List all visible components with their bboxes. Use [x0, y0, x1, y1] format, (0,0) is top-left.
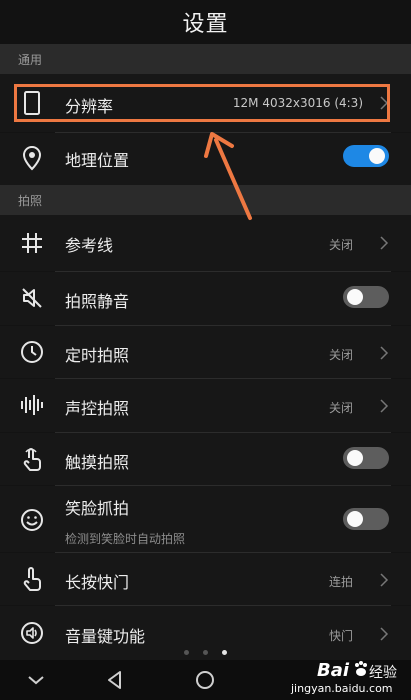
chevron-right-icon: [377, 398, 391, 414]
volume-key-icon: [18, 619, 46, 647]
toggle-knob: [347, 289, 363, 305]
highlight-box: [14, 84, 390, 122]
setting-smile-capture[interactable]: 笑脸抓拍 检测到笑脸时自动拍照: [0, 486, 411, 552]
setting-label: 触摸拍照: [65, 453, 130, 472]
back-icon[interactable]: [103, 668, 127, 692]
setting-timer[interactable]: 定时拍照 关闭: [0, 326, 411, 378]
setting-label: 声控拍照: [65, 399, 130, 418]
toggle-knob: [369, 148, 385, 164]
setting-audio-control[interactable]: 声控拍照 关闭: [0, 379, 411, 432]
paw-icon: [355, 661, 367, 676]
chevron-right-icon: [377, 626, 391, 642]
setting-label: 音量键功能: [65, 627, 146, 646]
speaker-mute-icon: [18, 284, 46, 312]
setting-label: 定时拍照: [65, 346, 130, 365]
setting-value: 连拍: [328, 575, 353, 589]
chevron-right-icon: [377, 345, 391, 361]
section-label: 拍照: [18, 194, 43, 208]
page-title: 设置: [182, 12, 229, 37]
touch-finger-icon: [18, 445, 46, 473]
page-dot: [184, 650, 189, 655]
setting-label: 长按快门: [65, 573, 130, 592]
page-dot: [203, 650, 208, 655]
home-icon[interactable]: [193, 668, 217, 692]
touch-capture-toggle[interactable]: [343, 447, 389, 469]
setting-label: 拍照静音: [65, 292, 130, 311]
toggle-knob: [347, 511, 363, 527]
page-dot-active: [222, 650, 227, 655]
watermark: Bai 经验 jingyan.baidu.com: [287, 660, 407, 698]
setting-sublabel: 检测到笑脸时自动拍照: [65, 532, 186, 546]
title-bar: 设置: [0, 0, 411, 44]
location-toggle[interactable]: [343, 145, 389, 167]
section-header-general: 通用: [0, 44, 411, 74]
section-label: 通用: [18, 53, 43, 67]
smile-face-icon: [18, 506, 46, 534]
setting-value: 快门: [328, 629, 353, 643]
watermark-brand: Bai: [317, 660, 350, 681]
page-indicator: [184, 650, 232, 658]
setting-label: 地理位置: [65, 151, 130, 170]
location-pin-icon: [18, 144, 46, 172]
setting-value: 关闭: [328, 348, 353, 362]
chevron-right-icon: [377, 572, 391, 588]
setting-mute[interactable]: 拍照静音: [0, 272, 411, 325]
clock-icon: [18, 338, 46, 366]
watermark-url: jingyan.baidu.com: [291, 682, 393, 695]
setting-label: 参考线: [65, 236, 114, 255]
setting-value: 关闭: [328, 401, 353, 415]
collapse-icon[interactable]: [24, 668, 48, 692]
soundwave-icon: [18, 391, 46, 419]
annotation-arrow-icon: [204, 132, 252, 220]
setting-long-press[interactable]: 长按快门 连拍: [0, 553, 411, 605]
setting-value: 关闭: [328, 238, 353, 252]
chevron-right-icon: [377, 235, 391, 251]
setting-touch-capture[interactable]: 触摸拍照: [0, 433, 411, 485]
setting-label: 笑脸抓拍: [65, 499, 130, 518]
toggle-knob: [347, 450, 363, 466]
press-finger-icon: [18, 565, 46, 593]
grid-icon: [18, 229, 46, 257]
mute-toggle[interactable]: [343, 286, 389, 308]
watermark-name: 经验: [369, 665, 397, 681]
smile-capture-toggle[interactable]: [343, 508, 389, 530]
